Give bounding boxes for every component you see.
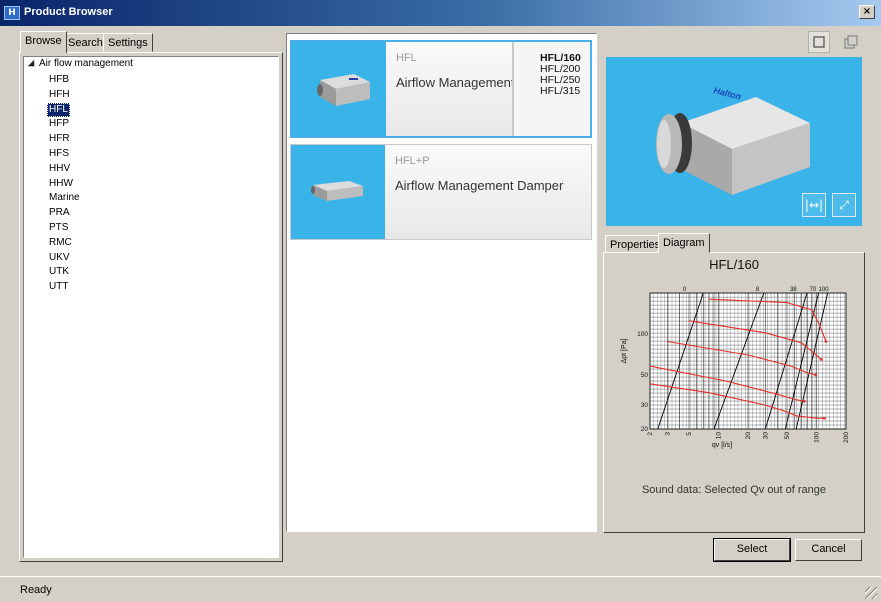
tab-settings[interactable]: Settings [103, 33, 153, 52]
tree-item-ukv[interactable]: UKV [47, 251, 72, 266]
tree-item-hfb[interactable]: HFB [47, 73, 71, 88]
x-tick-label: 100 [813, 432, 820, 443]
x-tick-label: 3 [664, 432, 671, 436]
tree-item-hhv[interactable]: HHV [47, 162, 72, 177]
tree-item-hfp[interactable]: HFP [47, 117, 71, 132]
product-thumbnail [292, 42, 386, 136]
series-marker-5 [824, 340, 828, 343]
status-text: Ready [20, 584, 52, 596]
x-tick-label: 10 [715, 432, 722, 440]
fullscreen-icon: ⤢ [839, 198, 849, 212]
tree-item-pra[interactable]: PRA [47, 206, 72, 221]
single-view-icon [813, 36, 825, 48]
tree-item-hfs[interactable]: HFS [47, 147, 71, 162]
y-tick-label: 30 [641, 402, 649, 409]
status-bar: Ready [0, 576, 881, 602]
x-tick-label: 2 [647, 432, 654, 436]
tree-item-rmc[interactable]: RMC [47, 236, 74, 251]
x-axis-label: qv [l/s] [712, 442, 732, 449]
top-label: 0 [683, 287, 687, 293]
product-list: HFL Airflow Management HFL/160 HFL/200 H… [286, 33, 597, 532]
app-icon: H [4, 6, 20, 20]
size-option[interactable]: HFL/315 [540, 86, 590, 97]
y-tick-label: 100 [637, 331, 648, 338]
performance-chart: qv [l/s] Δpt [Pa] 2 3 5 10 20 30 50 100 200 20 30 5… [621, 287, 850, 449]
expand-triangle-icon[interactable] [27, 59, 35, 67]
tree-item-hfh[interactable]: HFH [47, 88, 72, 103]
product-card-hfl-p[interactable]: HFL+P Airflow Management Damper [290, 144, 592, 240]
window-title: Product Browser [24, 6, 113, 18]
title-bar: H Product Browser × [0, 0, 881, 26]
brand-logo: Halton [713, 85, 743, 102]
top-label: 70 [810, 287, 817, 293]
top-label: 8 [756, 287, 760, 293]
series-marker-6 [819, 357, 823, 361]
x-tick-label: 30 [762, 432, 769, 440]
tree-item-hfl[interactable]: HFL [47, 102, 70, 118]
x-tick-label: 50 [784, 432, 791, 440]
tree-item-utt[interactable]: UTT [47, 280, 70, 295]
product-card-hfl[interactable]: HFL Airflow Management HFL/160 HFL/200 H… [290, 40, 592, 138]
diagram-panel: HFL/160 qv [l/s] Δpt [Pa] 2 3 5 10 20 30 50 100… [603, 252, 865, 533]
diagram-title: HFL/160 [709, 257, 759, 272]
resize-grip-icon[interactable] [865, 587, 877, 599]
top-label: 100 [819, 287, 830, 293]
tab-search[interactable]: Search [63, 33, 108, 52]
product-card-body: HFL Airflow Management HFL/160 HFL/200 H… [386, 42, 590, 136]
x-tick-label: 20 [745, 432, 752, 440]
multi-view-icon [844, 35, 858, 49]
top-label: 38 [790, 287, 797, 293]
tree-item-utk[interactable]: UTK [47, 265, 71, 280]
sound-data-note: Sound data: Selected Qv out of range [641, 484, 827, 496]
product-name: Airflow Management [396, 75, 515, 90]
tree-item-hhw[interactable]: HHW [47, 177, 75, 192]
tree-root[interactable]: Air flow management [27, 58, 133, 69]
browse-panel: Air flow management HFB HFH HFL HFP HFR HFS HH… [19, 52, 283, 562]
single-view-button[interactable] [808, 31, 830, 53]
close-button[interactable]: × [859, 5, 875, 19]
cancel-button[interactable]: Cancel [795, 539, 862, 561]
measure-icon: |↔| [804, 198, 824, 212]
hfl-p-unit-thumbnail-icon [311, 181, 363, 201]
y-tick-label: 50 [641, 372, 649, 379]
series-marker-7 [814, 373, 818, 377]
y-tick-label: 20 [641, 426, 649, 433]
measure-button[interactable]: |↔| [802, 193, 826, 217]
product-code: HFL [396, 52, 417, 64]
tree-items: HFB HFH HFL HFP HFR HFS HHV HHW Marine PRA PTS RMC U… [47, 73, 82, 295]
series-marker-8 [802, 399, 806, 403]
product-code: HFL+P [395, 155, 430, 167]
product-thumbnail [291, 145, 385, 239]
product-card-body: HFL+P Airflow Management Damper [385, 145, 591, 239]
y-axis-label: Δpt [Pa] [621, 338, 628, 363]
hfl-unit-thumbnail-icon [317, 74, 370, 106]
tab-diagram[interactable]: Diagram [658, 233, 710, 253]
size-list: HFL/160 HFL/200 HFL/250 HFL/315 [512, 42, 590, 136]
tab-browse[interactable]: Browse [20, 31, 67, 53]
product-name: Airflow Management Damper [395, 178, 564, 193]
tree-item-pts[interactable]: PTS [47, 221, 70, 236]
series-marker-9 [822, 416, 826, 420]
tree-item-hfr[interactable]: HFR [47, 132, 72, 147]
tab-properties[interactable]: Properties [605, 235, 666, 253]
product-tree[interactable]: Air flow management HFB HFH HFL HFP HFR HFS HH… [23, 56, 279, 558]
multi-view-button[interactable] [840, 31, 862, 53]
select-button[interactable]: Select [713, 538, 791, 562]
tree-item-marine[interactable]: Marine [47, 191, 82, 206]
x-tick-label: 200 [843, 432, 850, 443]
fullscreen-button[interactable]: ⤢ [832, 193, 856, 217]
x-tick-label: 5 [686, 432, 693, 436]
tree-root-label: Air flow management [39, 58, 133, 69]
